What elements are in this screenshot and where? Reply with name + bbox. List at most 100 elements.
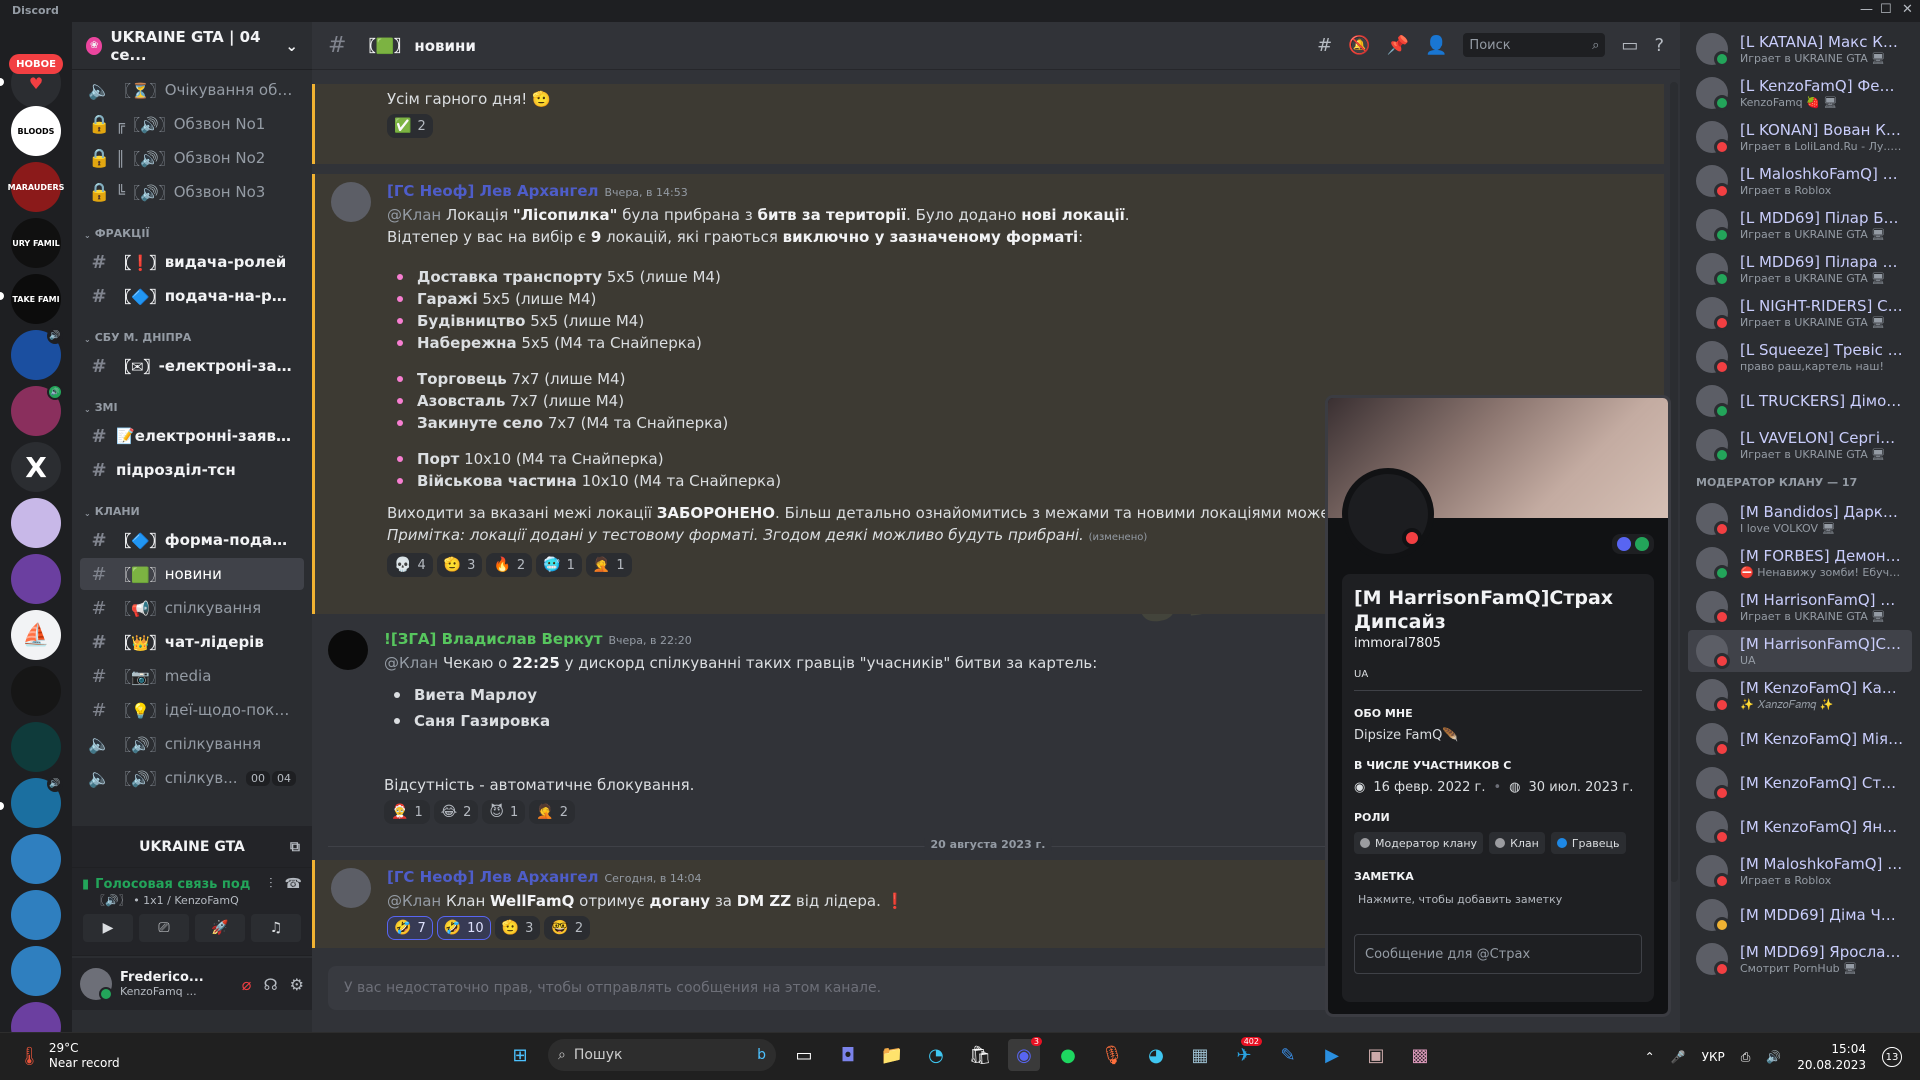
maximize-button[interactable]: ☐ (1880, 2, 1892, 17)
member-item[interactable]: [L KONAN] Вован Ка... Играет в LoliLand.R… (1688, 116, 1912, 158)
weather-widget[interactable]: 🌡 29°C Near record (18, 1041, 120, 1071)
member-item[interactable]: [M KenzoFamQ] Стел... (1688, 762, 1912, 804)
channel-item[interactable]: # 〖✉〗-електроні-заяв... (80, 350, 304, 382)
media-player-icon[interactable]: ▶ (1316, 1039, 1348, 1071)
member-item[interactable]: [M FORBES] Демонес... ⛔ Ненавижу зомби! Е… (1688, 542, 1912, 584)
channel-item[interactable]: # 〖💡〗 ідеї-щодо-покр... (80, 694, 304, 726)
reaction-button[interactable]: 😈 1 (482, 800, 526, 824)
mute-icon[interactable]: ⌀ (242, 975, 252, 994)
member-item[interactable]: [M HarrisonFamQ] Ро... Играет в UKRAINE G… (1688, 586, 1912, 628)
game-icon[interactable]: ▣ (1360, 1039, 1392, 1071)
user-name[interactable]: Frederico... (120, 970, 204, 985)
network-icon[interactable]: ⎙ (1741, 1050, 1751, 1065)
close-button[interactable]: ✕ (1902, 2, 1913, 17)
screen-share-icon[interactable]: ⧉ (290, 839, 300, 855)
microphone-icon[interactable]: 🎤 (1671, 1050, 1686, 1064)
user-avatar[interactable] (80, 968, 113, 1001)
member-item[interactable]: [M Bandidos] Дарку... I love VOLKOV 🖥 (1688, 498, 1912, 540)
mention-tag[interactable]: @Клан (384, 654, 438, 672)
reaction-button[interactable]: 🤶 1 (384, 800, 430, 824)
reaction-button[interactable]: 🤣 10 (436, 916, 491, 940)
reaction-button[interactable]: 🤣 7 (387, 916, 433, 940)
member-item[interactable]: [L Squeeze] Тревіс Ха... право раш,картел… (1688, 336, 1912, 378)
server-icon-marauders[interactable]: MARAUDERS (8, 162, 64, 212)
channel-item[interactable]: # 〖📷〗 media (80, 660, 304, 692)
member-item[interactable]: [M KenzoFamQ] Яник... (1688, 806, 1912, 848)
server-icon-17[interactable] (11, 1002, 61, 1032)
note-input[interactable]: Нажмите, чтобы добавить заметку (1354, 893, 1642, 906)
photo-app-icon[interactable]: ▩ (1404, 1039, 1436, 1071)
category-header[interactable]: ⌄ ЗМІ (80, 392, 304, 418)
member-item[interactable]: [M MaloshkoFamQ] Б... Играет в Roblox (1688, 850, 1912, 892)
channel-item[interactable]: # 〖🟩〗 новини (80, 558, 304, 590)
file-explorer-icon[interactable]: 📁 (876, 1039, 908, 1071)
reaction-button[interactable]: 🫡 3 (494, 916, 541, 940)
server-icon-x[interactable]: X (11, 442, 61, 492)
channel-item[interactable]: 🔒 ║〖🔊〗 Обзвон No2 (80, 142, 304, 174)
hash-badge-icon[interactable] (1635, 537, 1649, 551)
author-avatar[interactable] (328, 630, 368, 670)
server-icon-14[interactable] (11, 834, 61, 884)
server-icon-bloods[interactable]: BLOODS (11, 106, 61, 156)
channel-item[interactable]: 🔒 ╚〖🔊〗 Обзвон No3 (80, 176, 304, 208)
channel-item[interactable]: 🔒 ╔〖🔊〗 Обзвон No1 (80, 108, 304, 140)
teams-icon[interactable]: ◘ (832, 1039, 864, 1071)
threads-icon[interactable]: # (1317, 35, 1332, 56)
volume-icon[interactable]: 🔊 (1766, 1050, 1781, 1064)
reaction-button[interactable]: 💀 4 (387, 553, 433, 577)
channel-item[interactable]: # підрозділ-тсн (80, 454, 304, 486)
reaction-button[interactable]: 🤦 2 (529, 800, 575, 824)
language-indicator[interactable]: УКР (1702, 1050, 1725, 1064)
server-icon-5[interactable]: 🔊 (11, 328, 63, 380)
screen-share-button[interactable]: ⎚ (139, 914, 189, 942)
notifications-off-icon[interactable]: 🔕 (1348, 35, 1370, 56)
role-chip[interactable]: Модератор клану (1354, 832, 1484, 854)
pin-icon[interactable]: 📌 (1387, 35, 1409, 56)
member-item[interactable]: [M MDD69] Діма Чайка (1688, 894, 1912, 936)
spotify-icon[interactable]: ● (1052, 1039, 1084, 1071)
camera-button[interactable]: ▶ (83, 914, 133, 942)
role-chip[interactable]: Гравець (1550, 832, 1626, 854)
member-item[interactable]: [M KenzoFamQ] Мія ... (1688, 718, 1912, 760)
new-badge[interactable]: НОВОЕ (9, 54, 63, 74)
member-item[interactable]: [L MDD69] Пілара Бл... Играет в UKRAINE G… (1688, 248, 1912, 290)
voice-waveform-icon[interactable]: ⫶ (269, 876, 273, 892)
mention-tag[interactable]: @Клан (387, 206, 441, 224)
headphones-icon[interactable]: ☊ (263, 975, 277, 994)
reaction-button[interactable]: 🔥 2 (486, 553, 533, 577)
channel-item[interactable]: # 〖👑〗 чат-лідерів (80, 626, 304, 658)
nitro-badge-icon[interactable] (1617, 537, 1631, 551)
server-icon-6[interactable]: 🔊 (11, 384, 63, 436)
member-list-icon[interactable]: 👤 (1425, 35, 1447, 56)
profile-username[interactable]: immoral7805 (1354, 636, 1642, 651)
reaction-button[interactable]: 🥶 1 (536, 553, 582, 577)
server-icon-15[interactable] (11, 890, 61, 940)
member-item[interactable]: [L TRUCKERS] Дімон ... (1688, 380, 1912, 422)
channel-item[interactable]: 🔈 〖⏳〗 Очікування обзв... (80, 74, 304, 106)
member-item[interactable]: [L KenzoFamQ] Фени... KenzoFamq 🍓 🖥 (1688, 72, 1912, 114)
member-item[interactable]: [L VAVELON] Сергій ... Играет в UKRAINE G… (1688, 424, 1912, 466)
edge-beta-icon[interactable]: ◕ (1140, 1039, 1172, 1071)
member-item[interactable]: [L MDD69] Пілар Блер Играет в UKRAINE GTA… (1688, 204, 1912, 246)
reaction-button[interactable]: 🫡 3 (436, 553, 483, 577)
server-icon-9[interactable] (11, 554, 61, 604)
server-icon-11[interactable] (11, 666, 61, 716)
monitor-app-icon[interactable]: ▦ (1184, 1039, 1216, 1071)
reaction-button[interactable]: 🤦 1 (585, 553, 632, 577)
author-avatar[interactable] (331, 868, 371, 908)
discord-icon[interactable]: ◉ 3 (1008, 1037, 1042, 1071)
minimize-button[interactable]: — (1860, 2, 1873, 17)
reaction-button[interactable]: 🤓 2 (544, 916, 591, 940)
taskbar-search[interactable]: ⌕ Пошук b (548, 1039, 776, 1071)
channel-item[interactable]: # 〖🔷〗 подача-на-роль (80, 280, 304, 312)
mention-tag[interactable]: @Клан (387, 892, 441, 910)
disconnect-icon[interactable]: ☎ (285, 876, 302, 892)
category-header[interactable]: ⌄ ФРАКЦІЇ (80, 218, 304, 244)
author-name[interactable]: [ГС Неоф] Лев Архангел (387, 182, 599, 200)
guild-header[interactable]: ❀ UKRAINE GTA | 04 се... ⌄ (72, 22, 312, 70)
profile-message-input[interactable]: Сообщение для @Страх (1354, 934, 1642, 974)
notification-badge[interactable]: 13 (1882, 1047, 1902, 1067)
voice-connected-label[interactable]: ▮ Голосовая связь под (82, 877, 250, 892)
clock[interactable]: 15:04 20.08.2023 (1797, 1041, 1866, 1073)
task-view-icon[interactable]: ▭ (788, 1039, 820, 1071)
